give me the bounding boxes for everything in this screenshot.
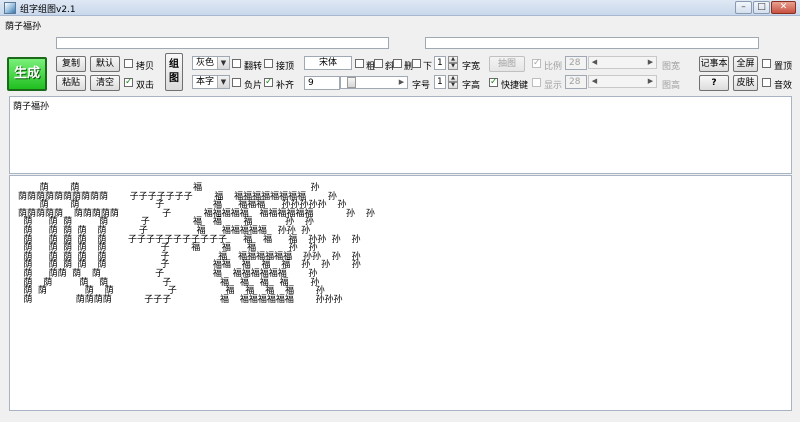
- font-size-label: 字号: [412, 81, 431, 91]
- help-button[interactable]: ?: [699, 75, 729, 91]
- font-size-slider[interactable]: ▶: [340, 76, 408, 89]
- fullscreen-button[interactable]: 全屏: [733, 56, 758, 72]
- font-size-slider-thumb[interactable]: [347, 77, 356, 88]
- generate-button[interactable]: 生成: [7, 57, 47, 91]
- copy-button[interactable]: 复制: [56, 56, 86, 72]
- ascii-art-text: 荫 荫 福 孙荫荫荫荫荫荫荫荫荫荫 子子子子子子子 福 福福福福福福福福 孙 荫…: [18, 184, 375, 304]
- image-height-slider-left-arrow-icon[interactable]: ◀: [590, 76, 599, 87]
- copy-checkbox[interactable]: [124, 59, 133, 68]
- char-height-label: 字高: [462, 81, 481, 91]
- color-select-value: 灰色: [196, 58, 215, 68]
- char-source-select[interactable]: 本字 ▼: [192, 75, 230, 89]
- char-width-up-icon[interactable]: ▲: [448, 56, 458, 63]
- negative-checkbox[interactable]: [232, 78, 241, 87]
- image-width-slider[interactable]: ◀ ▶: [588, 56, 657, 69]
- char-height-up-icon[interactable]: ▲: [448, 75, 458, 82]
- sound-checkbox-label: 音效: [774, 81, 793, 91]
- display-checkbox-label: 显示: [544, 81, 563, 91]
- fill-checkbox[interactable]: [264, 77, 273, 87]
- input-text[interactable]: 荫子福孙: [5, 19, 41, 32]
- on-top-checkbox[interactable]: [762, 59, 771, 68]
- negative-checkbox-label: 负片: [244, 81, 263, 91]
- strike-checkbox[interactable]: [393, 59, 402, 68]
- double-click-checkbox-label: 双击: [136, 81, 155, 91]
- text-field-left[interactable]: [56, 37, 389, 49]
- close-icon[interactable]: ✕: [771, 1, 796, 14]
- color-select[interactable]: 灰色 ▼: [192, 56, 230, 70]
- paste-button[interactable]: 粘贴: [56, 75, 86, 91]
- color-select-chevron-down-icon[interactable]: ▼: [217, 57, 229, 69]
- skin-button[interactable]: 皮肤: [733, 75, 758, 91]
- flip-checkbox-label: 翻转: [244, 62, 263, 72]
- window-title: 组字组图v2.1: [20, 5, 76, 15]
- underline-checkbox-label: 下: [423, 62, 433, 72]
- font-size-select[interactable]: 9: [304, 76, 340, 90]
- ratio-checkbox[interactable]: [532, 58, 541, 68]
- ratio-checkbox-label: 比例: [544, 62, 563, 72]
- display-value: 28: [565, 75, 587, 89]
- display-checkbox[interactable]: [532, 78, 541, 87]
- ascii-art-output[interactable]: 荫 荫 福 孙荫荫荫荫荫荫荫荫荫荫 子子子子子子子 福 福福福福福福福福 孙 荫…: [9, 175, 792, 411]
- char-height-field[interactable]: 1: [434, 75, 446, 89]
- char-height-down-icon[interactable]: ▼: [448, 82, 458, 89]
- underline-checkbox[interactable]: [412, 59, 421, 68]
- flip-checkbox[interactable]: [232, 59, 241, 68]
- text-field-right[interactable]: [425, 37, 759, 49]
- char-width-field[interactable]: 1: [434, 56, 446, 70]
- copy-checkbox-label: 拷贝: [136, 62, 155, 72]
- font-size-select-value: 9: [308, 78, 314, 88]
- on-top-checkbox-label: 置顶: [774, 62, 793, 72]
- maximize-icon[interactable]: □: [753, 1, 770, 14]
- font-size-slider-right-arrow-icon[interactable]: ▶: [397, 77, 406, 88]
- image-height-slider-right-arrow-icon[interactable]: ▶: [646, 76, 655, 87]
- default-button[interactable]: 默认: [90, 56, 120, 72]
- char-source-select-value: 本字: [196, 77, 215, 87]
- title-bar: [0, 0, 800, 16]
- ascii-art-line: 荫 荫荫荫荫 子子子 福 福福福福福福 孙孙孙: [18, 294, 343, 305]
- font-name-field[interactable]: 宋体: [304, 56, 352, 70]
- char-width-label: 字宽: [462, 62, 481, 72]
- fill-checkbox-label: 补齐: [276, 81, 295, 91]
- bold-checkbox[interactable]: [355, 59, 364, 68]
- image-width-slider-right-arrow-icon[interactable]: ▶: [646, 57, 655, 68]
- italic-checkbox[interactable]: [374, 59, 383, 68]
- top-align-checkbox-label: 接顶: [276, 62, 295, 72]
- app-icon: [4, 2, 16, 14]
- double-click-checkbox[interactable]: [124, 77, 133, 87]
- preview-text-area[interactable]: 荫子福孙: [9, 96, 792, 174]
- minimize-icon[interactable]: –: [735, 1, 752, 14]
- compose-image-button[interactable]: 组 图: [165, 53, 183, 91]
- image-height-slider[interactable]: ◀ ▶: [588, 75, 657, 88]
- preview-text: 荫子福孙: [13, 102, 50, 112]
- shortcut-checkbox-label: 快捷键: [501, 81, 529, 91]
- sound-checkbox[interactable]: [762, 78, 771, 87]
- clear-button[interactable]: 清空: [90, 75, 120, 91]
- image-height-label: 图高: [662, 81, 681, 91]
- char-width-down-icon[interactable]: ▼: [448, 63, 458, 70]
- ratio-value: 28: [565, 56, 587, 70]
- image-width-label: 图宽: [662, 62, 681, 72]
- notepad-button[interactable]: 记事本: [699, 56, 729, 72]
- top-align-checkbox[interactable]: [264, 59, 273, 68]
- image-width-slider-left-arrow-icon[interactable]: ◀: [590, 57, 599, 68]
- extract-image-button[interactable]: 抽图: [489, 56, 525, 72]
- shortcut-checkbox[interactable]: [489, 77, 498, 87]
- char-source-select-chevron-down-icon[interactable]: ▼: [217, 76, 229, 88]
